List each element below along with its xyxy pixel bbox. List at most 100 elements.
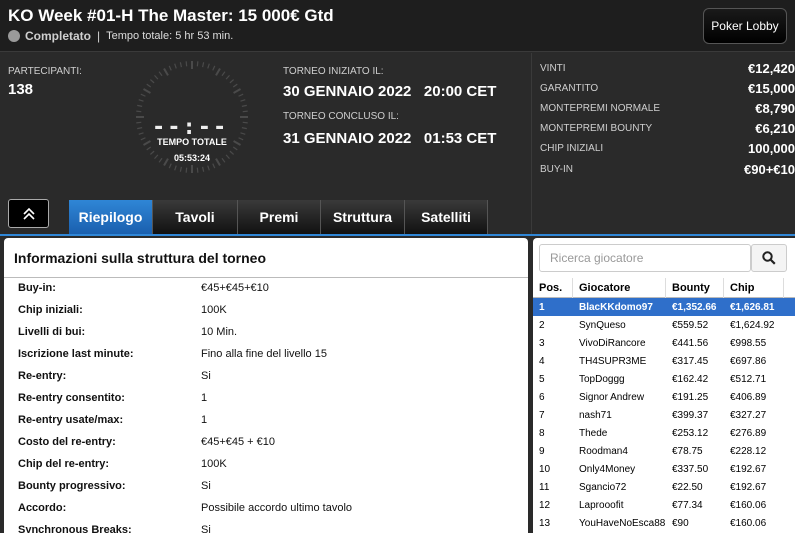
column-header-player[interactable]: Giocatore bbox=[573, 277, 666, 298]
stat-row: MONTEPREMI NORMALE €8,790 bbox=[540, 101, 795, 116]
cell-player: YouHaveNoEsca88 bbox=[579, 517, 666, 529]
cell-pos: 12 bbox=[539, 499, 551, 511]
table-row[interactable]: 6 Signor Andrew €191.25 €406.89 bbox=[533, 388, 795, 406]
header-bar: KO Week #01-H The Master: 15 000€ Gtd Co… bbox=[0, 0, 795, 52]
search-button[interactable] bbox=[751, 244, 787, 272]
structure-key: Re-entry usate/max: bbox=[18, 414, 124, 426]
cell-chip: €160.06 bbox=[730, 499, 767, 511]
structure-key: Re-entry: bbox=[18, 370, 67, 382]
cell-pos: 1 bbox=[539, 301, 545, 313]
cell-bounty: €253.12 bbox=[672, 427, 709, 439]
started-label: TORNEO INIZIATO IL: bbox=[283, 66, 384, 77]
collapse-button[interactable] bbox=[8, 199, 49, 228]
table-row[interactable]: 4 TH4SUPR3ME €317.45 €697.86 bbox=[533, 352, 795, 370]
status-text: Completato bbox=[25, 29, 91, 43]
double-chevron-up-icon bbox=[22, 207, 35, 220]
cell-player: nash71 bbox=[579, 409, 612, 421]
cell-chip: €1,624.92 bbox=[730, 319, 775, 331]
structure-value: Si bbox=[201, 480, 211, 492]
search-icon bbox=[762, 251, 776, 265]
structure-key: Chip iniziali: bbox=[18, 304, 83, 316]
table-row[interactable]: 9 Roodman4 €78.75 €228.12 bbox=[533, 442, 795, 460]
structure-row: Accordo: Possibile accordo ultimo tavolo bbox=[18, 497, 518, 519]
clock-label: TEMPO TOTALE bbox=[157, 137, 227, 147]
cell-pos: 7 bbox=[539, 409, 545, 421]
tournament-info: PARTECIPANTI: 138 --:-- TEMPO TOTALE 05:… bbox=[0, 53, 530, 235]
table-row[interactable]: 7 nash71 €399.37 €327.27 bbox=[533, 406, 795, 424]
structure-value: Fino alla fine del livello 15 bbox=[201, 348, 327, 360]
cell-pos: 2 bbox=[539, 319, 545, 331]
table-row[interactable]: 8 Thede €253.12 €276.89 bbox=[533, 424, 795, 442]
cell-bounty: €191.25 bbox=[672, 391, 709, 403]
structure-row: Iscrizione last minute: Fino alla fine de… bbox=[18, 343, 518, 365]
structure-value: 100K bbox=[201, 458, 227, 470]
column-header-pos[interactable]: Pos. bbox=[533, 277, 573, 298]
structure-key: Synchronous Breaks: bbox=[18, 524, 132, 533]
player-search-input[interactable] bbox=[539, 244, 751, 272]
table-row[interactable]: 12 Laprooofit €77.34 €160.06 bbox=[533, 496, 795, 514]
cell-bounty: €78.75 bbox=[672, 445, 703, 457]
cell-chip: €276.89 bbox=[730, 427, 767, 439]
ended-value: 31 GENNAIO 2022 01:53 CET bbox=[283, 130, 497, 147]
table-row[interactable]: 10 Only4Money €337.50 €192.67 bbox=[533, 460, 795, 478]
structure-value: €45+€45 + €10 bbox=[201, 436, 276, 448]
structure-value: Si bbox=[201, 524, 211, 533]
structure-value: Possibile accordo ultimo tavolo bbox=[201, 502, 353, 514]
stat-label: MONTEPREMI NORMALE bbox=[540, 103, 661, 114]
cell-bounty: €559.52 bbox=[672, 319, 709, 331]
stat-label: GARANTITO bbox=[540, 83, 599, 94]
tab-struttura[interactable]: Struttura bbox=[321, 200, 405, 234]
table-row[interactable]: 11 Sgancio72 €22.50 €192.67 bbox=[533, 478, 795, 496]
structure-row: Re-entry: Si bbox=[18, 365, 518, 387]
table-row[interactable]: 3 VivoDiRancore €441.56 €998.55 bbox=[533, 334, 795, 352]
cell-chip: €697.86 bbox=[730, 355, 767, 367]
tab-tavoli[interactable]: Tavoli bbox=[153, 200, 238, 234]
stat-label: MONTEPREMI BOUNTY bbox=[540, 123, 653, 134]
cell-bounty: €90 bbox=[672, 517, 689, 529]
structure-row: Chip iniziali: 100K bbox=[18, 299, 518, 321]
stat-row: BUY-IN €90+€10 bbox=[540, 162, 795, 177]
table-row[interactable]: 13 YouHaveNoEsca88 €90 €160.06 bbox=[533, 514, 795, 532]
structure-key: Costo del re-entry: bbox=[18, 436, 116, 448]
cell-player: BlacKKdomo97 bbox=[579, 301, 653, 313]
cell-player: Sgancio72 bbox=[579, 481, 627, 493]
structure-title: Informazioni sulla struttura del torneo bbox=[4, 238, 528, 278]
poker-lobby-button[interactable]: Poker Lobby bbox=[703, 8, 787, 44]
structure-value: 10 Min. bbox=[201, 326, 238, 338]
cell-bounty: €317.45 bbox=[672, 355, 709, 367]
structure-row: Re-entry usate/max: 1 bbox=[18, 409, 518, 431]
cell-chip: €192.67 bbox=[730, 481, 767, 493]
leaderboard-body: 1 BlacKKdomo97 €1,352.66 €1,626.81 2 SynQueso… bbox=[533, 298, 795, 532]
cell-pos: 13 bbox=[539, 517, 551, 529]
column-header-bounty[interactable]: Bounty bbox=[666, 277, 724, 298]
table-row[interactable]: 1 BlacKKdomo97 €1,352.66 €1,626.81 bbox=[533, 298, 795, 316]
structure-row: Synchronous Breaks: Si bbox=[18, 519, 518, 533]
leaderboard-panel: Pos. Giocatore Bounty Chip 1 BlacKKdomo97… bbox=[533, 238, 795, 533]
stat-value: €90+€10 bbox=[744, 162, 795, 177]
cell-pos: 8 bbox=[539, 427, 545, 439]
table-row[interactable]: 5 TopDoggg €162.42 €512.71 bbox=[533, 370, 795, 388]
cell-bounty: €399.37 bbox=[672, 409, 709, 421]
cell-player: Thede bbox=[579, 427, 608, 439]
stat-value: 100,000 bbox=[748, 141, 795, 156]
tab-riepilogo[interactable]: Riepilogo bbox=[69, 200, 153, 234]
cell-pos: 10 bbox=[539, 463, 551, 475]
stat-label: CHIP INIZIALI bbox=[540, 143, 604, 154]
stat-row: VINTI €12,420 bbox=[540, 61, 795, 76]
tab-satelliti[interactable]: Satelliti bbox=[405, 200, 488, 234]
cell-player: SynQueso bbox=[579, 319, 626, 331]
structure-key: Re-entry consentito: bbox=[18, 392, 125, 404]
cell-pos: 3 bbox=[539, 337, 545, 349]
cell-bounty: €1,352.66 bbox=[672, 301, 717, 313]
cell-chip: €406.89 bbox=[730, 391, 767, 403]
table-row[interactable]: 2 SynQueso €559.52 €1,624.92 bbox=[533, 316, 795, 334]
stat-row: MONTEPREMI BOUNTY €6,210 bbox=[540, 121, 795, 136]
structure-value: 1 bbox=[201, 392, 208, 404]
column-header-chip[interactable]: Chip bbox=[724, 277, 784, 298]
structure-key: Accordo: bbox=[18, 502, 67, 514]
cell-pos: 6 bbox=[539, 391, 545, 403]
structure-row: Buy-in: €45+€45+€10 bbox=[18, 277, 518, 299]
tab-premi[interactable]: Premi bbox=[238, 200, 321, 234]
stat-value: €6,210 bbox=[755, 121, 795, 136]
participants-value: 138 bbox=[8, 81, 34, 98]
